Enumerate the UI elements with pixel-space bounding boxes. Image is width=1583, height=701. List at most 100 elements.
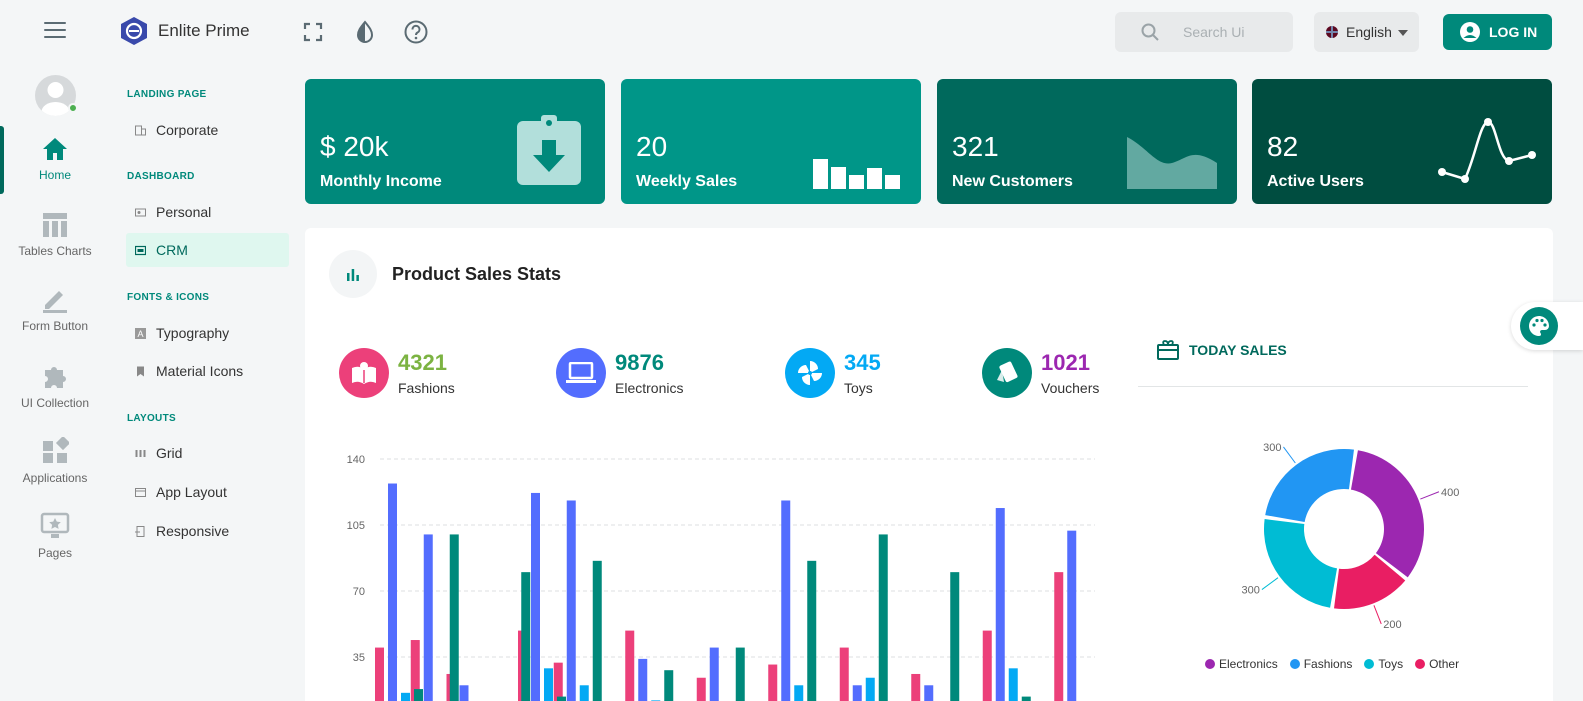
legend-item[interactable]: Fashions <box>1289 657 1352 671</box>
sub-item-material-icons[interactable]: Material Icons <box>126 354 289 388</box>
bar[interactable] <box>924 685 934 701</box>
donut-slice[interactable] <box>1264 519 1338 608</box>
sub-item-responsive[interactable]: Responsive <box>126 514 289 548</box>
sub-item-crm[interactable]: CRM <box>126 233 289 267</box>
bar[interactable] <box>557 696 566 701</box>
sub-heading-landing-page: LANDING PAGE <box>127 89 207 100</box>
bar[interactable] <box>878 534 888 701</box>
donut-slice[interactable] <box>1350 450 1424 578</box>
bar[interactable] <box>865 677 875 701</box>
legend-item[interactable]: Toys <box>1364 657 1403 671</box>
login-button[interactable]: LOG IN <box>1443 14 1552 50</box>
stat-card-weekly-sales[interactable]: 20 Weekly Sales <box>621 79 921 204</box>
rail-item-form-button[interactable]: Form Button <box>0 285 110 333</box>
kpi-electronics: 9876 Electronics <box>556 348 683 398</box>
bar[interactable] <box>995 508 1005 701</box>
sub-item-personal[interactable]: Personal <box>126 195 289 229</box>
bar[interactable] <box>735 647 745 701</box>
sub-heading-dashboard: DASHBOARD <box>127 171 195 182</box>
sub-item-typography[interactable]: A Typography <box>126 316 289 350</box>
bar[interactable] <box>911 673 921 701</box>
y-tick-label: 35 <box>353 652 365 664</box>
legend-dot <box>1205 659 1215 669</box>
bar[interactable] <box>950 572 960 701</box>
slice-label-line <box>1373 605 1382 625</box>
bar[interactable] <box>553 662 563 701</box>
theme-palette-button[interactable] <box>1511 302 1583 350</box>
screen-star-icon <box>40 512 70 538</box>
search-icon <box>1141 23 1159 41</box>
rail-item-tables-charts[interactable]: Tables Charts <box>0 212 110 258</box>
slice-data-label: 300 <box>1242 585 1260 597</box>
legend-item[interactable]: Electronics <box>1205 657 1278 671</box>
bar[interactable] <box>423 534 433 701</box>
stat-card-active-users[interactable]: 82 Active Users <box>1252 79 1552 204</box>
sub-item-corporate[interactable]: Corporate <box>126 113 289 147</box>
help-icon[interactable] <box>403 19 429 45</box>
legend-dot <box>1364 659 1375 669</box>
bar[interactable] <box>566 500 576 701</box>
bar[interactable] <box>781 500 791 701</box>
kpi-label: Vouchers <box>1041 380 1100 396</box>
rail-item-ui-collection[interactable]: UI Collection <box>0 362 110 410</box>
search-box[interactable] <box>1115 12 1293 52</box>
sub-item-label: Corporate <box>156 122 219 138</box>
stat-value: 82 <box>1267 131 1299 162</box>
sub-item-label: Material Icons <box>156 363 244 379</box>
puzzle-icon <box>45 367 66 388</box>
legend-item[interactable]: Other <box>1415 657 1459 671</box>
menu-icon[interactable] <box>44 22 66 40</box>
sub-item-app-layout[interactable]: App Layout <box>126 475 289 509</box>
bar[interactable] <box>768 664 778 701</box>
bar[interactable] <box>852 685 862 701</box>
bar[interactable] <box>839 647 849 701</box>
stat-card-monthly-income[interactable]: $ 20k Monthly Income <box>305 79 605 204</box>
bar[interactable] <box>375 647 384 701</box>
today-sales-donut: 400 200 300 300 <box>1185 418 1505 648</box>
bar[interactable] <box>794 685 804 701</box>
bar[interactable] <box>401 692 410 701</box>
bar[interactable] <box>1067 530 1077 701</box>
bar[interactable] <box>521 572 531 701</box>
gift-card-icon <box>1157 340 1179 360</box>
kpi-vouchers: 1021 Vouchers <box>982 348 1099 398</box>
bar[interactable] <box>544 668 553 701</box>
bar[interactable] <box>531 492 540 701</box>
typography-icon: A <box>135 327 146 339</box>
bar[interactable] <box>625 630 635 701</box>
fullscreen-icon[interactable] <box>300 19 326 45</box>
bar[interactable] <box>388 483 397 701</box>
login-label: LOG IN <box>1489 24 1538 40</box>
y-tick-label: 70 <box>353 586 365 598</box>
bar[interactable] <box>664 670 674 701</box>
bar[interactable] <box>696 677 706 701</box>
rail-item-home[interactable]: Home <box>0 136 110 182</box>
brand[interactable]: Enlite Prime <box>120 16 250 46</box>
bar[interactable] <box>449 534 459 701</box>
sub-item-grid[interactable]: Grid <box>126 436 289 470</box>
bar[interactable] <box>638 658 648 701</box>
bar[interactable] <box>1008 668 1018 701</box>
bar-chart-svg: 140 105 70 35 <box>347 454 1095 701</box>
bar[interactable] <box>1054 572 1064 701</box>
book-icon <box>339 348 389 398</box>
language-select[interactable]: English <box>1314 12 1419 52</box>
bar[interactable] <box>982 630 992 701</box>
search-input[interactable] <box>1183 24 1293 40</box>
mini-bar-chart-icon <box>813 159 900 189</box>
stat-card-new-customers[interactable]: 321 New Customers <box>937 79 1237 204</box>
bar[interactable] <box>807 560 817 701</box>
donut-chart-svg: 400 200 300 300 <box>1242 442 1460 631</box>
rail-item-applications[interactable]: Applications <box>0 437 110 485</box>
logo-icon <box>121 17 147 45</box>
rail-item-pages[interactable]: Pages <box>0 512 110 560</box>
bar[interactable] <box>579 685 589 701</box>
bar[interactable] <box>709 647 719 701</box>
bar[interactable] <box>1021 696 1031 701</box>
donut-slice[interactable] <box>1265 449 1354 523</box>
theme-toggle-icon[interactable] <box>352 19 378 45</box>
bar[interactable] <box>592 560 602 701</box>
bar[interactable] <box>414 689 423 701</box>
bar[interactable] <box>459 685 469 701</box>
widgets-icon <box>43 437 69 463</box>
